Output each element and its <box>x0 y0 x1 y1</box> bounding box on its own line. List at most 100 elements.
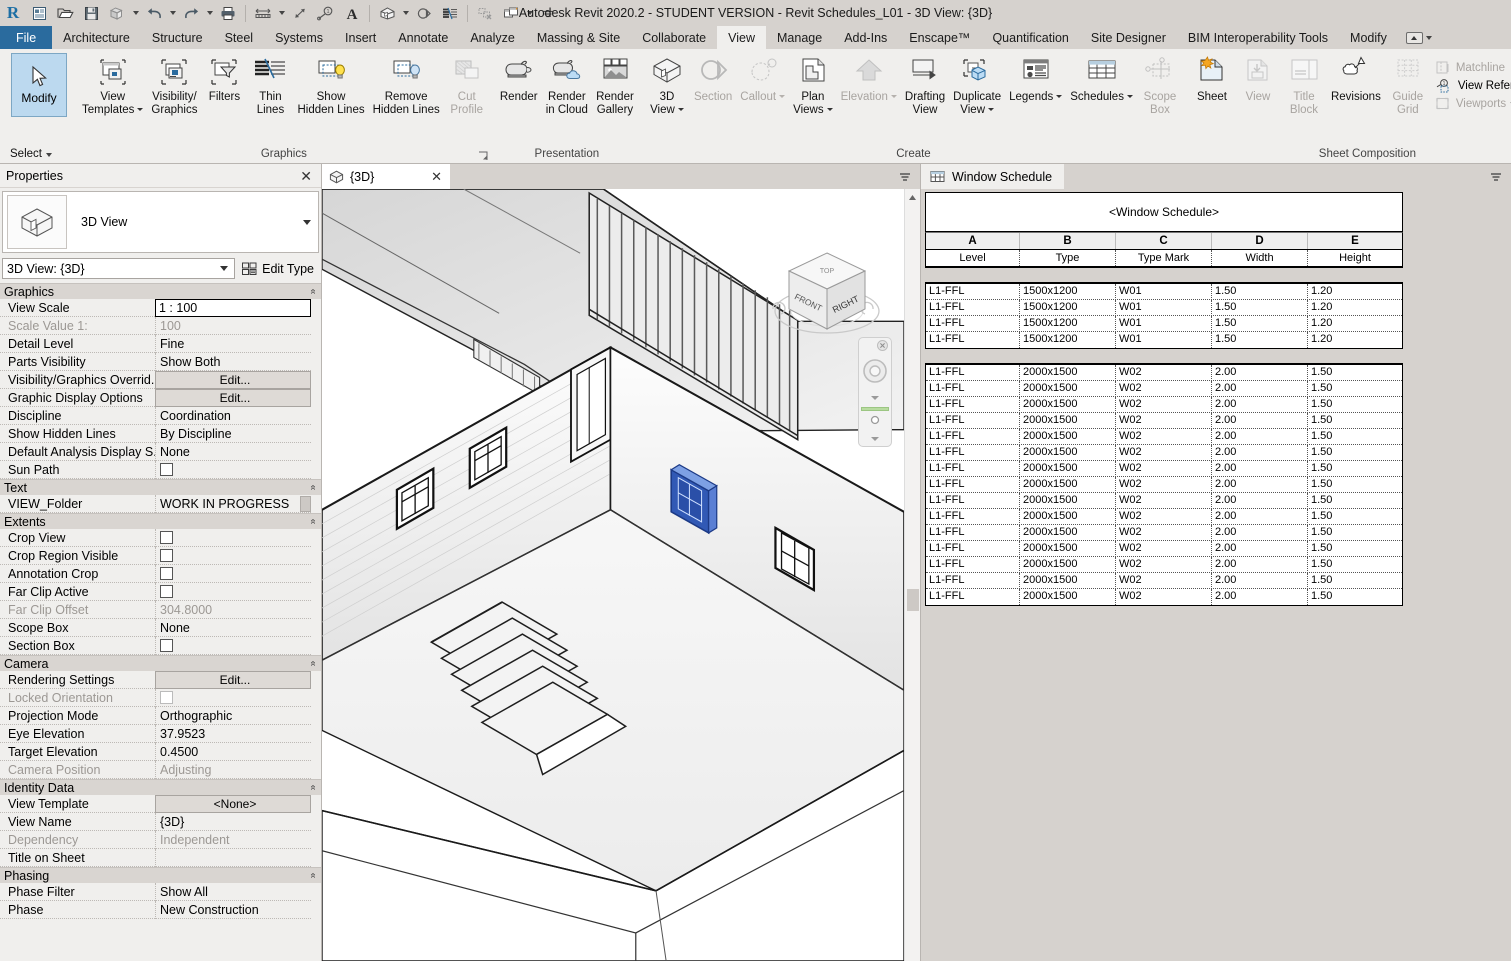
table-cell[interactable]: L1-FFL <box>926 541 1020 557</box>
table-cell[interactable]: L1-FFL <box>926 493 1020 509</box>
table-row[interactable]: L1-FFL1500x1200W011.501.20 <box>926 284 1402 300</box>
3d-view-dropdown-icon[interactable] <box>400 0 411 26</box>
table-cell[interactable]: 1.20 <box>1308 284 1402 300</box>
tab-enscape[interactable]: Enscape™ <box>898 26 981 49</box>
property-row[interactable]: Far Clip Offset304.8000 <box>0 601 321 619</box>
duplicate-view-button[interactable]: Duplicate View <box>949 53 1005 119</box>
minimize-ribbon-icon[interactable] <box>1406 32 1423 44</box>
tab-annotate[interactable]: Annotate <box>387 26 459 49</box>
table-cell[interactable]: 1.50 <box>1308 541 1402 557</box>
property-value[interactable] <box>155 689 311 707</box>
property-value[interactable]: 304.8000 <box>155 601 311 619</box>
default-3d-view-icon[interactable] <box>374 0 400 26</box>
table-cell[interactable]: L1-FFL <box>926 397 1020 413</box>
measure-icon[interactable] <box>250 0 276 26</box>
table-cell[interactable]: 1.50 <box>1308 525 1402 541</box>
table-cell[interactable]: 1.50 <box>1212 300 1308 316</box>
table-cell[interactable]: 1.50 <box>1308 493 1402 509</box>
navbar-dropdown-icon[interactable] <box>869 432 881 446</box>
property-row[interactable]: Far Clip Active <box>0 583 321 601</box>
table-row[interactable]: L1-FFL2000x1500W022.001.50 <box>926 397 1402 413</box>
property-value[interactable] <box>155 529 311 547</box>
tab-bim-interoperability-tools[interactable]: BIM Interoperability Tools <box>1177 26 1339 49</box>
undo-dropdown-icon[interactable] <box>167 0 178 26</box>
navigation-bar[interactable] <box>858 337 892 447</box>
table-row[interactable]: L1-FFL2000x1500W022.001.50 <box>926 413 1402 429</box>
schedule-tabs-overflow-icon[interactable] <box>1489 164 1511 189</box>
schedule-column-letter[interactable]: B <box>1020 233 1116 249</box>
table-cell[interactable]: W02 <box>1116 589 1212 605</box>
table-row[interactable]: L1-FFL2000x1500W022.001.50 <box>926 461 1402 477</box>
revit-logo-icon[interactable]: R <box>0 0 26 26</box>
tag-icon[interactable]: 1 <box>313 0 339 26</box>
remove-hidden-lines-button[interactable]: Remove Hidden Lines <box>369 53 444 119</box>
table-cell[interactable]: W02 <box>1116 413 1212 429</box>
table-cell[interactable]: L1-FFL <box>926 461 1020 477</box>
property-value[interactable]: Fine <box>155 335 311 353</box>
ribbon-minimize-control[interactable] <box>1398 26 1440 49</box>
schedule-tab-window-schedule[interactable]: Window Schedule <box>921 164 1064 189</box>
visibility-graphics-button[interactable]: Visibility/ Graphics <box>147 53 201 119</box>
table-cell[interactable]: W02 <box>1116 381 1212 397</box>
render-gallery-button[interactable]: Render Gallery <box>592 53 638 119</box>
property-value[interactable]: 37.9523 <box>155 725 311 743</box>
show-hidden-lines-button[interactable]: Show Hidden Lines <box>293 53 368 119</box>
graphics-panel-launcher[interactable] <box>478 151 489 162</box>
property-row[interactable]: Scale Value 1:100 <box>0 317 321 335</box>
table-cell[interactable]: 1.50 <box>1308 557 1402 573</box>
property-value[interactable]: Orthographic <box>155 707 311 725</box>
table-cell[interactable]: W02 <box>1116 557 1212 573</box>
property-value[interactable]: {3D} <box>155 813 311 831</box>
table-cell[interactable]: L1-FFL <box>926 413 1020 429</box>
properties-group-camera[interactable]: Camera« <box>0 655 321 671</box>
table-cell[interactable]: L1-FFL <box>926 284 1020 300</box>
schedule-field-header[interactable]: Height <box>1308 250 1402 266</box>
table-cell[interactable]: W02 <box>1116 461 1212 477</box>
tab-steel[interactable]: Steel <box>214 26 265 49</box>
property-value[interactable]: Independent <box>155 831 311 849</box>
switch-windows-icon[interactable] <box>498 0 524 26</box>
property-row[interactable]: Visibility/Graphics Overrid...Edit... <box>0 371 321 389</box>
property-row[interactable]: Graphic Display OptionsEdit... <box>0 389 321 407</box>
properties-group-identity-data[interactable]: Identity Data« <box>0 779 321 795</box>
table-cell[interactable]: 2000x1500 <box>1020 397 1116 413</box>
property-value[interactable] <box>155 461 311 479</box>
table-cell[interactable]: L1-FFL <box>926 429 1020 445</box>
property-value[interactable]: Show Both <box>155 353 311 371</box>
canvas-vertical-scrollbar[interactable] <box>904 189 920 961</box>
table-cell[interactable]: 2000x1500 <box>1020 525 1116 541</box>
table-cell[interactable]: 2.00 <box>1212 461 1308 477</box>
table-cell[interactable]: 1.50 <box>1308 461 1402 477</box>
properties-group-graphics[interactable]: Graphics« <box>0 283 321 299</box>
table-cell[interactable]: 1500x1200 <box>1020 284 1116 300</box>
table-cell[interactable]: 2000x1500 <box>1020 589 1116 605</box>
property-value[interactable]: 100 <box>155 317 311 335</box>
property-row[interactable]: PhaseNew Construction <box>0 901 321 919</box>
property-row[interactable]: Camera PositionAdjusting <box>0 761 321 779</box>
property-row[interactable]: Title on Sheet <box>0 849 321 867</box>
property-row[interactable]: Show Hidden LinesBy Discipline <box>0 425 321 443</box>
switch-windows-dropdown-icon[interactable] <box>524 0 535 26</box>
table-cell[interactable]: 1.50 <box>1212 316 1308 332</box>
drafting-view-button[interactable]: Drafting View <box>901 53 949 119</box>
table-cell[interactable]: W02 <box>1116 509 1212 525</box>
table-cell[interactable]: 2.00 <box>1212 397 1308 413</box>
property-value[interactable] <box>155 583 311 601</box>
customize-qat-icon[interactable] <box>535 0 561 26</box>
table-cell[interactable]: 2.00 <box>1212 445 1308 461</box>
modify-button[interactable]: Modify <box>11 53 67 117</box>
tab-modify[interactable]: Modify <box>1339 26 1398 49</box>
property-checkbox[interactable] <box>160 463 173 476</box>
property-checkbox[interactable] <box>160 585 173 598</box>
table-row[interactable]: L1-FFL2000x1500W022.001.50 <box>926 429 1402 445</box>
thin-lines-button[interactable]: Thin Lines <box>247 53 293 119</box>
table-cell[interactable]: 2.00 <box>1212 557 1308 573</box>
property-value[interactable]: Coordination <box>155 407 311 425</box>
property-row[interactable]: Crop View <box>0 529 321 547</box>
table-cell[interactable]: L1-FFL <box>926 573 1020 589</box>
property-value[interactable]: Edit... <box>155 389 311 407</box>
table-cell[interactable]: L1-FFL <box>926 365 1020 381</box>
steering-wheel-icon[interactable] <box>862 358 888 387</box>
section-icon[interactable] <box>411 0 437 26</box>
table-cell[interactable]: 2.00 <box>1212 477 1308 493</box>
